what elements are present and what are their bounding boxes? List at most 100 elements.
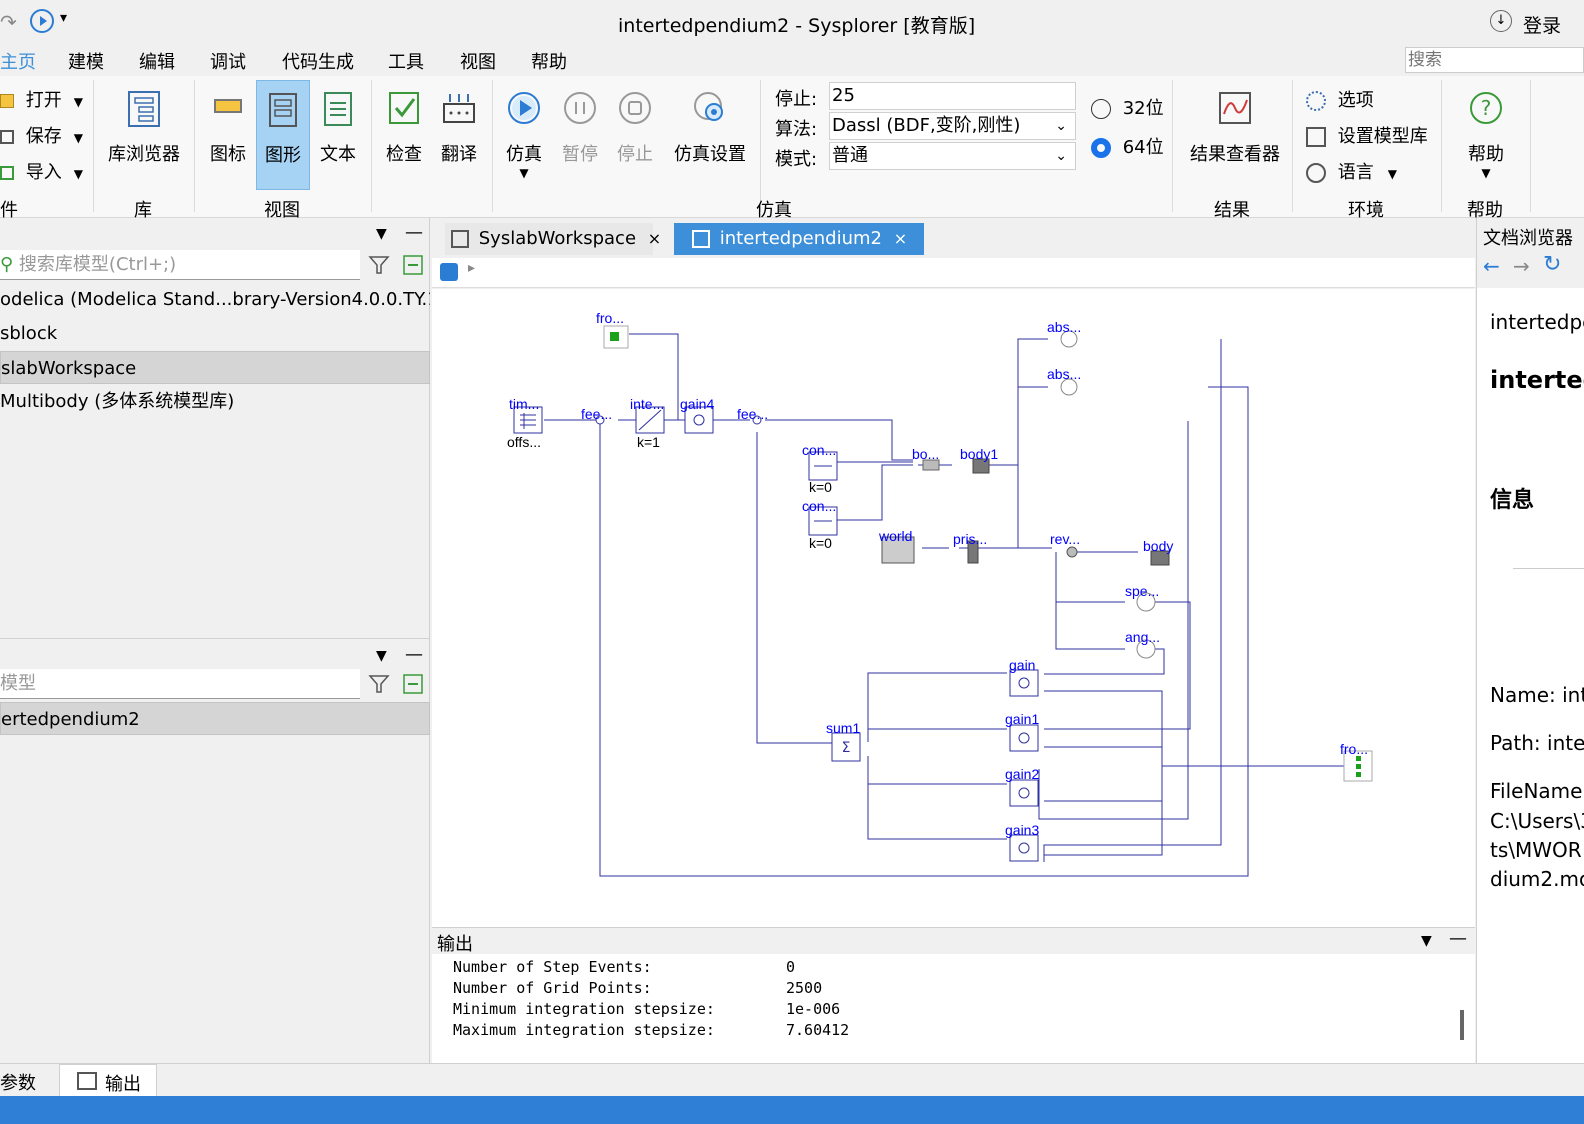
simulate-button[interactable]: 仿真 ▼ <box>500 80 548 186</box>
label-tim: tim... <box>509 396 539 412</box>
collapse-all-icon[interactable] <box>402 673 424 695</box>
model-search-input[interactable]: 模型 <box>0 669 360 699</box>
back-arrow-icon[interactable]: ← <box>1483 254 1500 278</box>
global-search-input[interactable] <box>1405 47 1584 73</box>
output-minimize-icon[interactable]: — <box>1449 928 1467 949</box>
import-button[interactable]: 导入 ▼ <box>0 158 83 184</box>
gear-icon <box>1306 91 1326 111</box>
tree-item-syslab-workspace[interactable]: slabWorkspace <box>0 351 430 384</box>
menu-debug[interactable]: 调试 <box>210 48 246 74</box>
doc-browser-title: 文档浏览器 <box>1483 228 1573 249</box>
diagram-canvas[interactable]: Σ fro... tim... offs... fee... inte... k… <box>432 289 1475 927</box>
filter-icon[interactable] <box>368 673 390 695</box>
help-dropdown-icon[interactable]: ▼ <box>1462 166 1510 180</box>
label-bo: bo... <box>912 446 939 462</box>
bit64-radio[interactable]: 64位 <box>1091 133 1164 159</box>
menu-codegen[interactable]: 代码生成 <box>282 48 354 74</box>
play-icon <box>508 92 540 124</box>
cube-icon[interactable] <box>440 263 458 281</box>
graphic-view-icon <box>269 93 297 127</box>
pause-button[interactable]: 暂停 <box>556 80 604 186</box>
mode-select[interactable]: 普通 ⌄ <box>829 142 1076 170</box>
language-button[interactable]: 语言 ▼ <box>1306 158 1397 184</box>
tab-intertedpendium2[interactable]: intertedpendium2 × <box>674 223 924 255</box>
algorithm-select[interactable]: Dassl (BDF,变阶,刚性) ⌄ <box>829 112 1076 140</box>
graphic-view-button[interactable]: 图形 <box>256 80 310 190</box>
menu-tools[interactable]: 工具 <box>388 48 424 74</box>
label-pris: pris... <box>953 531 987 547</box>
check-button[interactable]: 检查 <box>380 80 428 186</box>
quick-access-dropdown-icon[interactable]: ▾ <box>60 10 67 26</box>
model-diagram[interactable]: Σ fro... tim... offs... fee... inte... k… <box>432 289 1475 927</box>
options-button[interactable]: 选项 <box>1306 86 1374 112</box>
label-abs1: abs... <box>1047 319 1081 335</box>
set-library-button[interactable]: 设置模型库 <box>1306 122 1428 148</box>
tree-item-multibody[interactable]: Multibody (多体系统模型库) <box>0 385 430 418</box>
library-search-input[interactable]: ⚲ 搜索库模型(Ctrl+;) <box>0 250 360 280</box>
bit32-radio[interactable]: 32位 <box>1091 94 1164 120</box>
menu-modeling[interactable]: 建模 <box>68 48 104 74</box>
close-icon[interactable]: × <box>894 229 907 248</box>
doc-name: Name: int <box>1490 683 1584 707</box>
label-k0a: k=0 <box>809 479 832 495</box>
model-icon <box>692 230 710 248</box>
menu-view[interactable]: 视图 <box>460 48 496 74</box>
doc-path: Path: inter <box>1490 731 1584 755</box>
label-k1: k=1 <box>637 434 660 450</box>
check-icon <box>389 92 419 124</box>
icon-view-button[interactable]: 图标 <box>203 80 253 186</box>
menu-edit[interactable]: 编辑 <box>139 48 175 74</box>
model-panel-minimize-icon[interactable]: — <box>405 644 423 665</box>
ribbon: 打开 ▼ 保存 ▼ 导入 ▼ 件 库浏览器 库 图标 图形 文本 视图 检查 翻译 <box>0 76 1584 221</box>
output-row-key: Maximum integration stepsize: <box>453 1021 715 1039</box>
close-icon[interactable]: × <box>648 229 661 248</box>
library-browser-button[interactable]: 库浏览器 <box>102 80 186 186</box>
left-panel: ▼ — ⚲ 搜索库模型(Ctrl+;) odelica (Modelica St… <box>0 218 430 1063</box>
output-row-key: Minimum integration stepsize: <box>453 1000 715 1018</box>
forward-arrow-icon[interactable]: → <box>1513 254 1530 278</box>
status-bar <box>0 1096 1584 1124</box>
doc-browser-panel: 文档浏览器 ← → ↻ <box>1476 218 1584 1063</box>
sim-settings-button[interactable]: 仿真设置 <box>668 80 752 186</box>
model-panel-menu-icon[interactable]: ▼ <box>376 648 387 664</box>
label-gain: gain <box>1009 657 1035 673</box>
output-menu-icon[interactable]: ▼ <box>1421 933 1432 949</box>
output-row-value: 2500 <box>786 979 823 997</box>
collapse-all-icon[interactable] <box>402 254 424 276</box>
result-viewer-button[interactable]: 结果查看器 <box>1185 80 1285 186</box>
doc-heading-small: intertedpe <box>1490 310 1584 334</box>
tab-syslab-workspace[interactable]: SyslabWorkspace × <box>445 223 661 255</box>
menu-help[interactable]: 帮助 <box>531 48 567 74</box>
bottom-tab-bar: 参数 输出 <box>0 1063 1584 1097</box>
menu-home[interactable]: 主页 <box>0 48 36 74</box>
open-button[interactable]: 打开 ▼ <box>0 86 83 112</box>
breadcrumb-arrow-icon[interactable]: ▸ <box>468 260 475 276</box>
label-k0b: k=0 <box>809 535 832 551</box>
output-row-key: Number of Step Events: <box>453 958 652 976</box>
tab-output[interactable]: 输出 <box>59 1064 157 1097</box>
filter-icon[interactable] <box>368 254 390 276</box>
run-icon[interactable] <box>30 9 54 33</box>
output-row-value: 0 <box>786 958 796 976</box>
login-button[interactable]: 登录 <box>1523 11 1561 38</box>
text-view-button[interactable]: 文本 <box>313 80 363 186</box>
refresh-icon[interactable]: ↻ <box>1543 252 1561 277</box>
stop-button[interactable]: 停止 <box>611 80 659 186</box>
help-button[interactable]: ? 帮助 ▼ <box>1462 80 1510 186</box>
library-panel-menu-icon[interactable]: ▼ <box>376 226 387 242</box>
stop-time-input[interactable]: 25 <box>829 82 1076 110</box>
translate-button[interactable]: 翻译 <box>435 80 483 186</box>
redo-icon[interactable]: ↷ <box>0 10 17 34</box>
revolute-block[interactable] <box>1066 546 1078 558</box>
library-panel-minimize-icon[interactable]: — <box>405 222 423 243</box>
tree-item-modelica[interactable]: odelica (Modelica Stand...brary-Version4… <box>0 283 430 316</box>
pause-icon <box>564 92 596 124</box>
tab-params[interactable]: 参数 <box>0 1069 36 1095</box>
simulate-dropdown-icon[interactable]: ▼ <box>500 166 548 180</box>
download-icon[interactable]: ↓ <box>1490 10 1512 32</box>
label-rev: rev... <box>1050 531 1080 547</box>
tree-item-sblock[interactable]: sblock <box>0 317 430 350</box>
save-button[interactable]: 保存 ▼ <box>0 122 83 148</box>
output-scrollbar[interactable] <box>1460 1010 1464 1040</box>
tree-item-intertedpendium2[interactable]: ertedpendium2 <box>0 702 430 735</box>
